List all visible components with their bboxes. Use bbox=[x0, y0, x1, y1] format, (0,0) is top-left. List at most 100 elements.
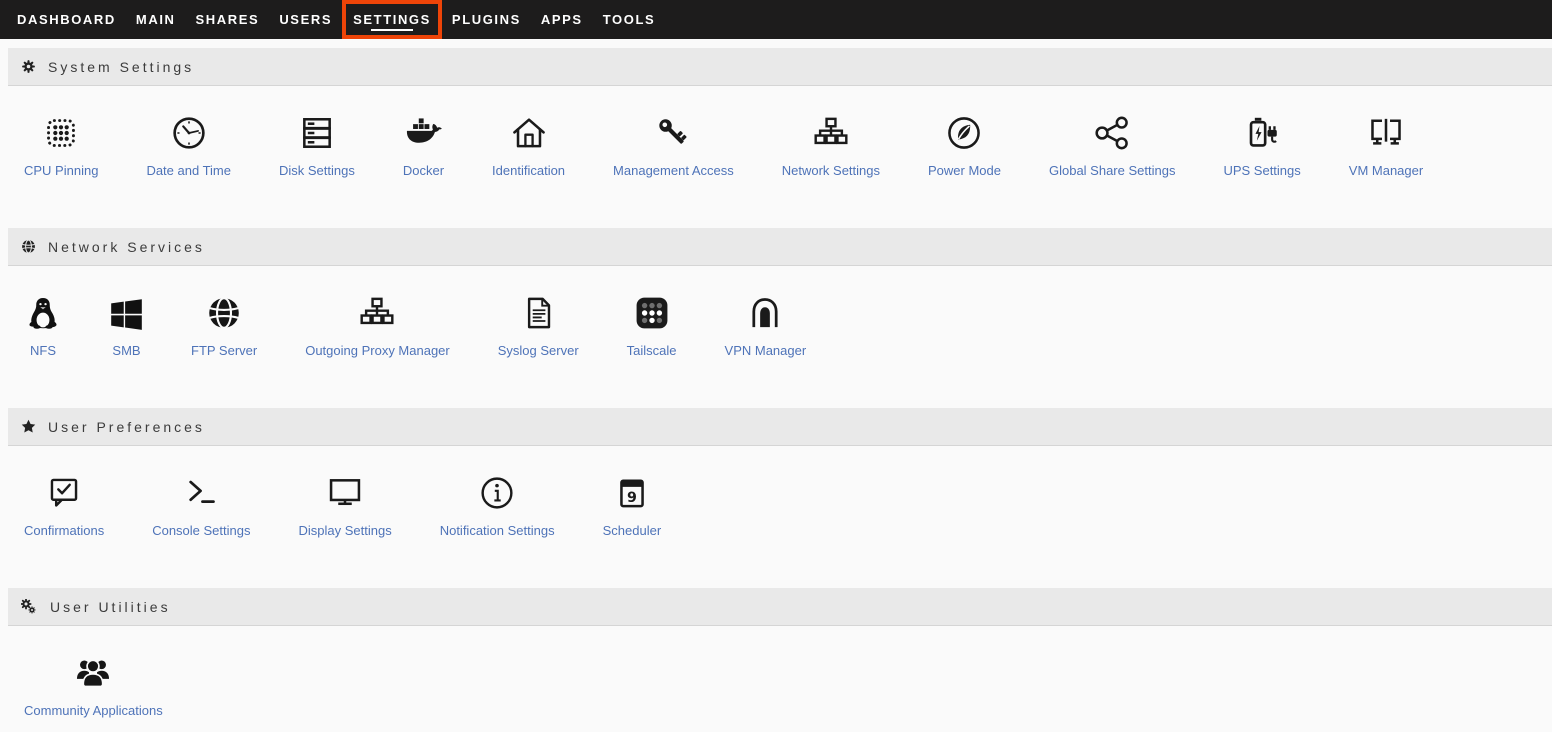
settings-item-label: Identification bbox=[492, 163, 565, 178]
monitor-icon bbox=[326, 472, 364, 512]
users-icon bbox=[74, 652, 112, 692]
settings-item-tailscale[interactable]: Tailscale bbox=[603, 292, 701, 358]
settings-item-outgoing-proxy-manager[interactable]: Outgoing Proxy Manager bbox=[281, 292, 474, 358]
calendar-icon: 9 bbox=[613, 472, 651, 512]
nav-item-tools[interactable]: TOOLS bbox=[593, 0, 666, 39]
settings-item-label: Tailscale bbox=[627, 343, 677, 358]
battery-plug-icon bbox=[1243, 112, 1281, 152]
nav-item-label: SHARES bbox=[196, 12, 260, 27]
settings-item-label: VPN Manager bbox=[725, 343, 807, 358]
settings-item-label: Management Access bbox=[613, 163, 734, 178]
section-system-settings: System Settings CPU Pinning Date and Time D… bbox=[0, 48, 1552, 228]
globe-icon bbox=[21, 239, 36, 254]
star-icon bbox=[21, 419, 36, 434]
check-bubble-icon bbox=[45, 472, 83, 512]
dual-monitor-icon bbox=[1367, 112, 1405, 152]
settings-item-date-and-time[interactable]: Date and Time bbox=[122, 112, 255, 178]
settings-item-management-access[interactable]: Management Access bbox=[589, 112, 758, 178]
settings-item-smb[interactable]: SMB bbox=[86, 292, 167, 358]
nav-item-label: APPS bbox=[541, 12, 583, 27]
settings-item-ftp-server[interactable]: FTP Server bbox=[167, 292, 281, 358]
settings-item-label: Community Applications bbox=[24, 703, 163, 718]
settings-item-label: UPS Settings bbox=[1223, 163, 1300, 178]
settings-item-vm-manager[interactable]: VM Manager bbox=[1325, 112, 1447, 178]
settings-item-label: NFS bbox=[30, 343, 56, 358]
settings-item-label: Docker bbox=[403, 163, 444, 178]
settings-item-ups-settings[interactable]: UPS Settings bbox=[1199, 112, 1324, 178]
settings-item-label: Date and Time bbox=[146, 163, 231, 178]
key-icon bbox=[654, 112, 692, 152]
section-user-preferences: User Preferences Confirmations Console Set… bbox=[0, 408, 1552, 588]
section-title: System Settings bbox=[48, 59, 194, 75]
svg-text:9: 9 bbox=[627, 490, 637, 506]
nav-item-label: TOOLS bbox=[603, 12, 656, 27]
settings-item-label: Power Mode bbox=[928, 163, 1001, 178]
sitemap-icon bbox=[358, 292, 396, 332]
section-title: Network Services bbox=[48, 239, 205, 255]
server-icon bbox=[298, 112, 336, 152]
settings-item-network-settings[interactable]: Network Settings bbox=[758, 112, 904, 178]
section-title: User Preferences bbox=[48, 419, 205, 435]
section-network-services: Network Services NFS SMB FTP Server Outgoing… bbox=[0, 228, 1552, 408]
clock-icon bbox=[170, 112, 208, 152]
nav-item-users[interactable]: USERS bbox=[269, 0, 342, 39]
nav-item-apps[interactable]: APPS bbox=[531, 0, 593, 39]
share-nodes-icon bbox=[1093, 112, 1131, 152]
settings-item-label: Scheduler bbox=[603, 523, 662, 538]
settings-item-scheduler[interactable]: 9 Scheduler bbox=[579, 472, 686, 538]
house-icon bbox=[510, 112, 548, 152]
settings-item-confirmations[interactable]: Confirmations bbox=[0, 472, 128, 538]
terminal-icon bbox=[182, 472, 220, 512]
nav-item-shares[interactable]: SHARES bbox=[186, 0, 270, 39]
windows-icon bbox=[110, 292, 143, 332]
section-items: CPU Pinning Date and Time Disk Settings Doc… bbox=[0, 86, 1552, 228]
settings-item-label: Syslog Server bbox=[498, 343, 579, 358]
settings-item-community-applications[interactable]: Community Applications bbox=[0, 652, 187, 718]
gears-icon bbox=[21, 599, 38, 614]
settings-item-label: CPU Pinning bbox=[24, 163, 98, 178]
settings-item-disk-settings[interactable]: Disk Settings bbox=[255, 112, 379, 178]
active-tab-underline bbox=[371, 29, 413, 31]
section-header-system-settings: System Settings bbox=[8, 48, 1552, 86]
settings-item-label: Network Settings bbox=[782, 163, 880, 178]
settings-item-docker[interactable]: Docker bbox=[379, 112, 468, 178]
settings-item-label: FTP Server bbox=[191, 343, 257, 358]
section-items: NFS SMB FTP Server Outgoing Proxy Manager Sy… bbox=[0, 266, 1552, 408]
nav-item-main[interactable]: MAIN bbox=[126, 0, 186, 39]
nav-item-label: PLUGINS bbox=[452, 12, 521, 27]
nav-item-settings[interactable]: SETTINGS bbox=[342, 0, 442, 39]
settings-item-syslog-server[interactable]: Syslog Server bbox=[474, 292, 603, 358]
nav-item-label: MAIN bbox=[136, 12, 176, 27]
settings-item-nfs[interactable]: NFS bbox=[0, 292, 86, 358]
settings-item-power-mode[interactable]: Power Mode bbox=[904, 112, 1025, 178]
settings-item-label: VM Manager bbox=[1349, 163, 1423, 178]
settings-item-label: Disk Settings bbox=[279, 163, 355, 178]
nav-item-dashboard[interactable]: DASHBOARD bbox=[7, 0, 126, 39]
settings-item-label: Display Settings bbox=[298, 523, 391, 538]
settings-item-notification-settings[interactable]: Notification Settings bbox=[416, 472, 579, 538]
top-nav-bar: DASHBOARD MAIN SHARES USERS SETTINGS PLUGINS A… bbox=[0, 0, 1552, 39]
section-header-user-utilities: User Utilities bbox=[8, 588, 1552, 626]
settings-item-display-settings[interactable]: Display Settings bbox=[274, 472, 415, 538]
settings-item-console-settings[interactable]: Console Settings bbox=[128, 472, 274, 538]
info-circle-icon bbox=[478, 472, 516, 512]
settings-item-vpn-manager[interactable]: VPN Manager bbox=[701, 292, 831, 358]
tailscale-icon bbox=[633, 292, 671, 332]
section-items: Community Applications bbox=[0, 626, 1552, 732]
section-header-user-preferences: User Preferences bbox=[8, 408, 1552, 446]
section-header-network-services: Network Services bbox=[8, 228, 1552, 266]
nav-item-plugins[interactable]: PLUGINS bbox=[442, 0, 531, 39]
settings-item-label: Outgoing Proxy Manager bbox=[305, 343, 450, 358]
section-items: Confirmations Console Settings Display Set… bbox=[0, 446, 1552, 588]
settings-item-label: Global Share Settings bbox=[1049, 163, 1175, 178]
settings-item-cpu-pinning[interactable]: CPU Pinning bbox=[0, 112, 122, 178]
settings-item-label: Confirmations bbox=[24, 523, 104, 538]
globe-solid-icon bbox=[205, 292, 243, 332]
docker-whale-icon bbox=[404, 112, 442, 152]
settings-item-global-share-settings[interactable]: Global Share Settings bbox=[1025, 112, 1199, 178]
nav-item-label: USERS bbox=[279, 12, 332, 27]
section-title: User Utilities bbox=[50, 599, 171, 615]
settings-item-identification[interactable]: Identification bbox=[468, 112, 589, 178]
section-user-utilities: User Utilities Community Applications bbox=[0, 588, 1552, 732]
settings-page: System Settings CPU Pinning Date and Time D… bbox=[0, 39, 1552, 732]
